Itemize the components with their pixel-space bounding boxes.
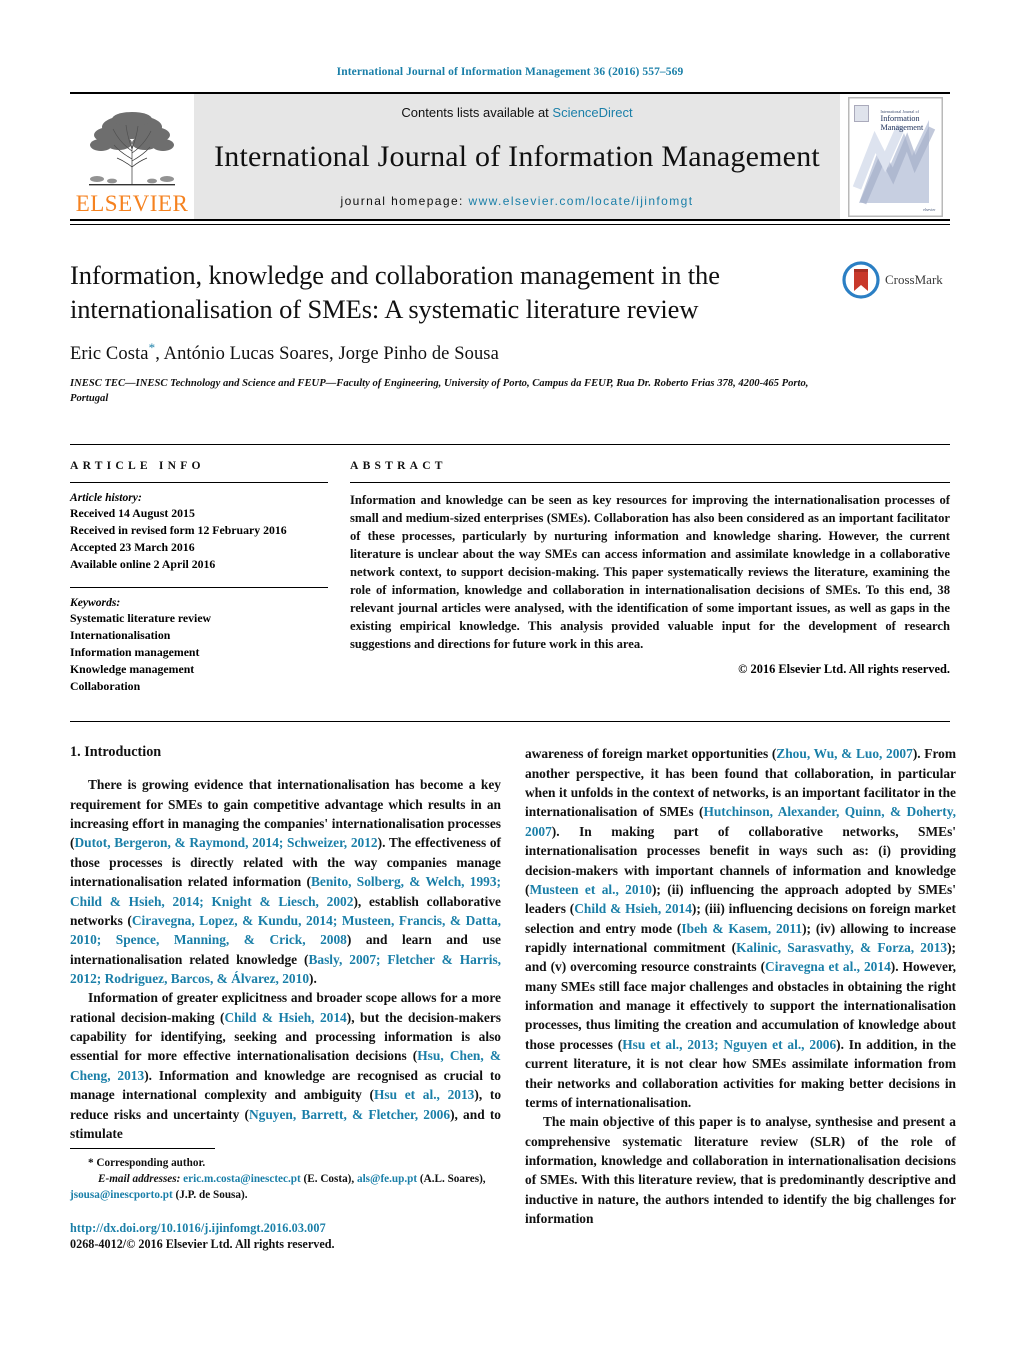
citation-link[interactable]: Hsu et al., 2013 [374, 1087, 474, 1102]
body-text: The main objective of this paper is to a… [525, 1114, 956, 1227]
doi-block: http://dx.doi.org/10.1016/j.ijinfomgt.20… [70, 1221, 530, 1252]
article-info-column: ARTICLE INFO Article history: Received 1… [70, 459, 328, 696]
issn-copyright-line: 0268-4012/© 2016 Elsevier Ltd. All right… [70, 1237, 335, 1251]
keyword-item: Knowledge management [70, 662, 195, 677]
body-text: awareness of foreign market opportunitie… [525, 746, 777, 762]
cover-line-2: Management [880, 122, 924, 132]
cover-footer-text: elsevier [923, 206, 936, 212]
keyword-item: Internationalisation [70, 628, 171, 643]
article-history-revised: Received in revised form 12 February 201… [70, 522, 287, 537]
citation-link[interactable]: Child & Hsieh, 2014 [574, 901, 692, 916]
crossmark-badge[interactable]: CrossMark [842, 260, 950, 300]
cover-elsevier-logo [853, 104, 869, 122]
journal-title: International Journal of Information Man… [214, 140, 820, 173]
paragraph: The main objective of this paper is to a… [525, 1112, 956, 1228]
paragraph: Information of greater explicitness and … [70, 988, 501, 1143]
article-info-heading: ARTICLE INFO [70, 458, 205, 472]
homepage-label: journal homepage: [340, 194, 464, 208]
elsevier-branding: ELSEVIER [70, 94, 194, 219]
journal-cover-thumbnail: International Journal of Information Man… [847, 96, 943, 217]
citation-link[interactable]: Kalinic, Sarasvathy, & Forza, 2013 [736, 940, 947, 955]
journal-masthead: ELSEVIER Contents lists available at Sci… [70, 92, 950, 219]
masthead-center-panel: Contents lists available at ScienceDirec… [194, 94, 840, 219]
affiliation: INESC TEC—INESC Technology and Science a… [70, 377, 809, 404]
article-history-accepted: Accepted 23 March 2016 [70, 539, 195, 554]
email-link-3[interactable]: jsousa@inescporto.pt [70, 1189, 173, 1201]
body-column-right: awareness of foreign market opportunitie… [525, 744, 956, 1228]
masthead-bottom-rule [70, 219, 950, 221]
article-info-rule [70, 481, 328, 483]
elsevier-wordmark: ELSEVIER [75, 191, 189, 216]
citation-link[interactable]: Musteen et al., 2010 [529, 882, 652, 897]
running-head: International Journal of Information Man… [336, 66, 684, 78]
corresponding-author-note: * Corresponding author. [70, 1156, 501, 1172]
email-person-3: (J.P. de Sousa). [172, 1188, 248, 1201]
cover-line-1: Information [880, 113, 920, 123]
footnote-block: * Corresponding author. E-mail addresses… [70, 1148, 501, 1204]
crossmark-icon [842, 261, 880, 299]
article-history-label: Article history: [70, 490, 142, 504]
corresponding-marker: * [88, 1157, 94, 1169]
email-addresses-note: E-mail addresses: eric.m.costa@inesctec.… [70, 1172, 501, 1204]
citation-link[interactable]: Ibeh & Kasem, 2011 [681, 921, 802, 936]
keyword-item: Systematic literature review [70, 610, 212, 625]
page-title: Information, knowledge and collaboration… [70, 260, 720, 325]
author-list: Eric Costa*, António Lucas Soares, Jorge… [70, 340, 950, 365]
keywords-rule [70, 586, 328, 588]
elsevier-tree-icon [89, 112, 175, 186]
crossmark-label: CrossMark [885, 272, 943, 287]
citation-link[interactable]: Zhou, Wu, & Luo, 2007 [776, 746, 913, 761]
abstract-heading: ABSTRACT [350, 458, 447, 472]
section-title-introduction: 1. Introduction [70, 744, 162, 761]
copyright-line: © 2016 Elsevier Ltd. All rights reserved… [738, 661, 950, 676]
keyword-item: Information management [70, 645, 200, 660]
article-history-online: Available online 2 April 2016 [70, 556, 216, 571]
email-label: E-mail addresses: [98, 1172, 181, 1185]
cover-title-text: International Journal of Information Man… [881, 110, 938, 132]
title-block: Information, knowledge and collaboration… [70, 258, 950, 406]
citation-link[interactable]: Ciravegna et al., 2014 [765, 959, 891, 974]
citation-link[interactable]: Child & Hsieh, 2014 [224, 1010, 346, 1025]
citation-link[interactable]: Dutot, Bergeron, & Raymond, 2014; Schwei… [74, 835, 377, 850]
contents-prefix: Contents lists available at [401, 105, 553, 120]
abstract-text: Information and knowledge can be seen as… [350, 492, 950, 651]
paragraph: There is growing evidence that internati… [70, 775, 501, 988]
contents-available-line: Contents lists available at ScienceDirec… [401, 105, 632, 120]
email-person-1: (E. Costa), [300, 1172, 357, 1185]
keywords-label: Keywords: [70, 595, 121, 609]
email-link-1[interactable]: eric.m.costa@inesctec.pt [183, 1173, 301, 1185]
journal-homepage-line: journal homepage: www.elsevier.com/locat… [341, 194, 694, 208]
body-text: ). [309, 971, 317, 986]
sciencedirect-link[interactable]: ScienceDirect [552, 105, 632, 120]
paragraph: awareness of foreign market opportunitie… [525, 744, 956, 1112]
email-link-2[interactable]: als@fe.up.pt [357, 1173, 417, 1185]
article-history-received: Received 14 August 2015 [70, 505, 195, 520]
email-person-2: (A.L. Soares), [417, 1172, 486, 1185]
citation-link[interactable]: Nguyen, Barrett, & Fletcher, 2006 [249, 1107, 450, 1122]
corresponding-text: Corresponding author. [96, 1157, 206, 1169]
author-rest: , António Lucas Soares, Jorge Pinho de S… [155, 344, 499, 365]
homepage-url-link[interactable]: www.elsevier.com/locate/ijinfomgt [469, 194, 694, 208]
author-first: Eric Costa [70, 344, 149, 365]
abstract-column: ABSTRACT Information and knowledge can b… [350, 459, 950, 696]
journal-cover-container: International Journal of Information Man… [840, 94, 950, 219]
masthead-bottom-rule-thin [70, 224, 950, 225]
footnote-rule [70, 1148, 215, 1149]
citation-link[interactable]: Hsu et al., 2013; Nguyen et al., 2006 [622, 1037, 836, 1052]
keyword-item: Collaboration [70, 679, 141, 694]
doi-link[interactable]: http://dx.doi.org/10.1016/j.ijinfomgt.20… [70, 1221, 530, 1236]
info-abstract-section: ARTICLE INFO Article history: Received 1… [70, 443, 950, 696]
article-first-page: International Journal of Information Man… [0, 0, 1020, 1351]
abstract-rule [350, 481, 950, 483]
